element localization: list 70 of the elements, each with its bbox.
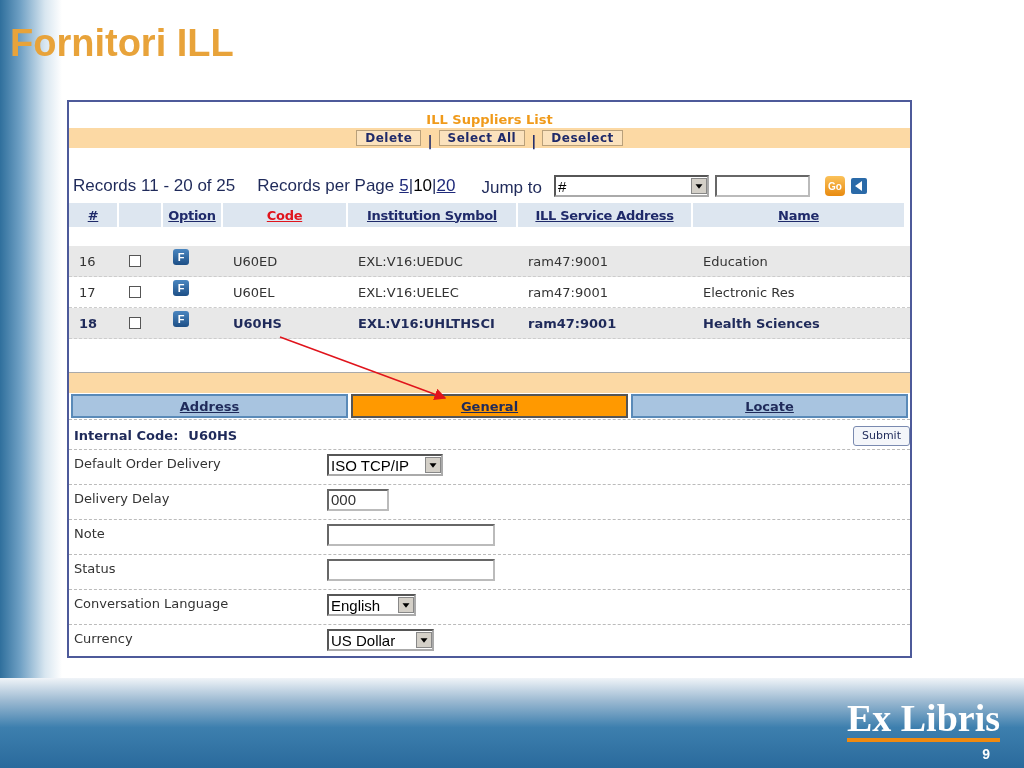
toolbar-button[interactable]: Delete bbox=[356, 130, 422, 146]
option-button[interactable]: F bbox=[173, 280, 189, 296]
tab[interactable]: Locate bbox=[631, 394, 908, 418]
field-label: Default Order Delivery bbox=[74, 455, 222, 471]
table-cell-text: EXL:V16:UELEC bbox=[357, 283, 460, 302]
select-field[interactable]: ISO TCP/IP bbox=[327, 454, 443, 476]
option-button[interactable]: F bbox=[173, 249, 189, 265]
field-label: Status bbox=[74, 560, 117, 576]
field-label: Delivery Delay bbox=[74, 490, 171, 506]
separator: | bbox=[408, 176, 414, 196]
column-header[interactable]: Institution Symbol bbox=[348, 203, 516, 227]
tab[interactable]: Address bbox=[71, 394, 348, 418]
jump-label: Jump to bbox=[481, 178, 542, 198]
table-cell-text: Education bbox=[702, 252, 769, 271]
caret-icon bbox=[416, 632, 432, 648]
table-row[interactable]: 18 F U60HS EXL:V16:UHLTHSCI ram47:9001 Health Sciences bbox=[69, 308, 910, 339]
table-cell-text: EXL:V16:UHLTHSCI bbox=[357, 314, 496, 333]
page-size-link[interactable]: 5 bbox=[399, 176, 409, 196]
separator: | bbox=[427, 133, 433, 149]
table-cell-text: 16 bbox=[78, 252, 97, 271]
separator: | bbox=[432, 176, 437, 196]
table-cell-text: EXL:V16:UEDUC bbox=[357, 252, 464, 271]
toolbar-button[interactable]: Select All bbox=[438, 130, 526, 146]
row-checkbox[interactable] bbox=[129, 317, 141, 329]
column-header[interactable]: Name bbox=[693, 203, 904, 227]
table-cell-text: Electronic Res bbox=[702, 283, 796, 302]
table-row[interactable]: 17 F U60EL EXL:V16:UELEC ram47:9001 Electronic Res bbox=[69, 277, 910, 308]
per-page-label: Records per Page bbox=[257, 176, 395, 196]
column-header[interactable]: ILL Service Address bbox=[518, 203, 691, 227]
separator: | bbox=[531, 133, 537, 149]
column-header[interactable]: Code bbox=[223, 203, 346, 227]
table-cell-text: U60EL bbox=[232, 283, 276, 302]
field-label: Note bbox=[74, 525, 106, 541]
table-cell-text: U60HS bbox=[232, 314, 283, 333]
input-field[interactable]: 000 bbox=[327, 489, 389, 511]
column-header[interactable]: # bbox=[69, 203, 117, 227]
logo: Ex Libris bbox=[846, 698, 1000, 742]
table-cell-text: U60ED bbox=[232, 252, 279, 271]
input-field[interactable] bbox=[327, 524, 495, 546]
caret-icon bbox=[690, 178, 707, 194]
column-header[interactable]: Option bbox=[163, 203, 221, 227]
field-label: Conversation Language bbox=[74, 595, 230, 611]
table-cell-text: ram47:9001 bbox=[527, 252, 609, 271]
select-field[interactable]: English bbox=[327, 594, 416, 616]
row-checkbox[interactable] bbox=[129, 286, 141, 298]
select-field[interactable]: US Dollar bbox=[327, 629, 434, 651]
input-field[interactable] bbox=[327, 559, 495, 581]
back-icon[interactable] bbox=[850, 178, 867, 194]
tab[interactable]: General bbox=[351, 394, 628, 418]
submit-button[interactable]: Submit bbox=[852, 425, 910, 446]
jump-select[interactable]: # bbox=[553, 175, 709, 197]
internal-code-value: U60HS bbox=[188, 428, 238, 443]
table-cell-text: 17 bbox=[78, 283, 97, 302]
table-cell-text: Health Sciences bbox=[702, 314, 821, 333]
field-label: Currency bbox=[74, 630, 134, 646]
table-cell-text: 18 bbox=[78, 314, 99, 333]
caret-icon bbox=[425, 457, 441, 473]
jump-input[interactable] bbox=[714, 175, 810, 197]
page-number: 9 bbox=[982, 746, 990, 762]
option-button[interactable]: F bbox=[173, 311, 189, 327]
toolbar-button[interactable]: Deselect bbox=[542, 130, 623, 146]
row-checkbox[interactable] bbox=[129, 255, 141, 267]
caret-icon bbox=[398, 597, 414, 613]
table-row[interactable]: 16 F U60ED EXL:V16:UEDUC ram47:9001 Education bbox=[69, 246, 910, 277]
table-cell-text: ram47:9001 bbox=[527, 314, 618, 333]
internal-code-label: Internal Code: bbox=[74, 428, 179, 443]
list-title: ILL Suppliers List bbox=[426, 112, 553, 127]
table-cell-text: ram47:9001 bbox=[527, 283, 609, 302]
page-size-link[interactable]: 20 bbox=[436, 176, 456, 196]
records-count: Records 11 - 20 of 25 bbox=[73, 176, 236, 196]
